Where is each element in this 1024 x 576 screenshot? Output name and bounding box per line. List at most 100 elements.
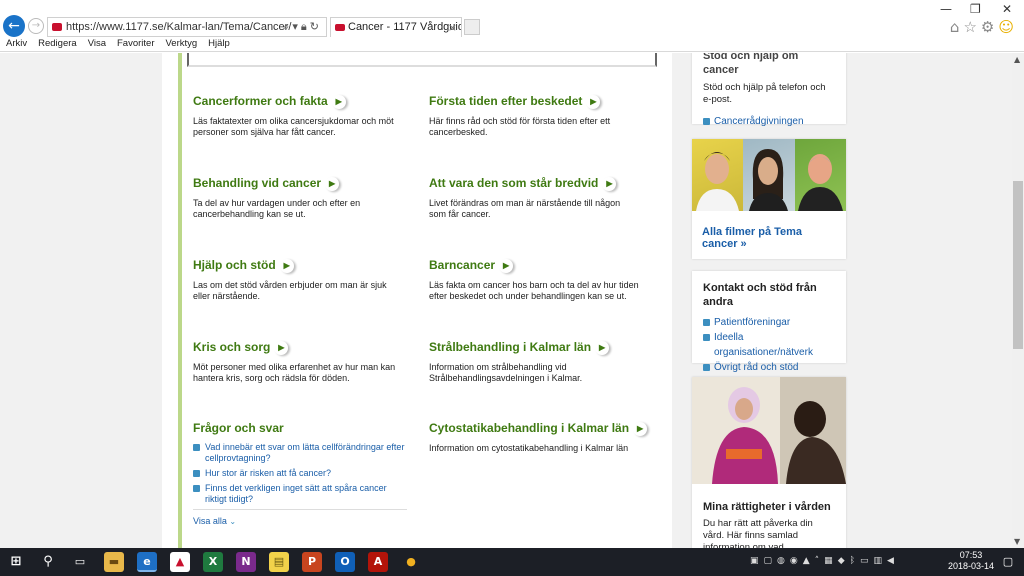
menu-arkiv[interactable]: Arkiv xyxy=(0,38,32,52)
films-photo xyxy=(692,139,846,211)
person-photo xyxy=(794,139,846,211)
tray-app-icon[interactable]: ◉ xyxy=(790,556,803,566)
dropdown-icon[interactable]: ▾ xyxy=(292,20,301,33)
topic-description: Ta del av hur vardagen under och efter e… xyxy=(193,198,361,219)
top-box-edge xyxy=(187,53,657,67)
address-bar[interactable]: https://www.1177.se/Kalmar-lan/Tema/Canc… xyxy=(47,17,327,37)
search-icon[interactable]: ⌕ xyxy=(283,20,292,33)
tab-favicon-icon xyxy=(335,24,345,31)
menu-redigera[interactable]: Redigera xyxy=(32,38,82,52)
volume-icon[interactable]: ◀ xyxy=(887,556,899,566)
topic-description: Information om strålbehandling vid Strål… xyxy=(429,362,583,383)
bullet-square-icon xyxy=(703,319,710,326)
task-view-icon[interactable]: ▭ xyxy=(70,552,90,572)
sticky-notes-icon[interactable]: ▤ xyxy=(269,552,289,572)
tray-app-icon[interactable]: ◍ xyxy=(777,556,790,566)
network-icon[interactable]: ▥ xyxy=(874,556,888,566)
topic-link[interactable]: Hjälp och stöd ▶ xyxy=(193,257,423,273)
menu-verktyg[interactable]: Verktyg xyxy=(159,38,202,52)
tray-app-icon[interactable]: ▦ xyxy=(824,556,838,566)
feedback-smiley-icon[interactable]: ☺ xyxy=(998,18,1018,36)
faq-section: Frågor och svar Vad innebär ett svar om … xyxy=(193,420,407,526)
home-icon[interactable]: ⌂ xyxy=(950,18,964,36)
chevron-right-icon: ▶ xyxy=(280,259,294,273)
topic-link[interactable]: Att vara den som står bredvid ▶ xyxy=(429,175,659,191)
topic-description: Las om det stöd vården erbjuder om man ä… xyxy=(193,280,387,301)
site-favicon-icon xyxy=(52,23,62,31)
topic-link[interactable]: Cytostatikabehandling i Kalmar län ▶ xyxy=(429,420,659,436)
forward-button[interactable]: → xyxy=(28,18,44,34)
arrow-left-icon: ← xyxy=(8,18,20,34)
favorites-star-icon[interactable]: ☆ xyxy=(963,18,980,36)
search-icon[interactable]: ⚲ xyxy=(38,552,58,572)
internet-explorer-icon[interactable]: e xyxy=(137,552,157,572)
minimize-button[interactable]: — xyxy=(940,2,952,16)
topic-description: Läs faktatexter om olika cancersjukdomar… xyxy=(193,116,394,137)
clock-time: 07:53 xyxy=(959,550,983,560)
start-windows-icon[interactable]: ⊞ xyxy=(6,552,26,572)
lock-icon[interactable]: 🔒︎ xyxy=(301,20,310,33)
topic-link[interactable]: Strålbehandling i Kalmar län ▶ xyxy=(429,339,659,355)
faq-question-link[interactable]: Finns det verkligen inget sätt att spåra… xyxy=(193,483,407,505)
tray-vlc-icon[interactable]: ▲ xyxy=(803,556,815,566)
file-explorer-icon[interactable]: ▬ xyxy=(104,552,124,572)
maximize-button[interactable]: ❐ xyxy=(970,2,981,16)
close-window-button[interactable]: ✕ xyxy=(1002,2,1012,16)
new-tab-button[interactable] xyxy=(464,19,480,35)
all-films-link[interactable]: Alla filmer på Tema cancer » xyxy=(692,211,846,250)
faq-question-link[interactable]: Hur stor är risken att få cancer? xyxy=(193,468,407,479)
person-photo xyxy=(692,139,744,211)
cancer-advice-link[interactable]: Cancerrådgivningen xyxy=(703,114,835,129)
films-card[interactable]: Alla filmer på Tema cancer » xyxy=(692,139,846,259)
topic-link[interactable]: Kris och sorg ▶ xyxy=(193,339,423,355)
vertical-scrollbar[interactable]: ▲ ▼ xyxy=(1012,53,1024,548)
tab-cancer[interactable]: Cancer - 1177 Vårdguiden -... × xyxy=(330,17,462,37)
nonprofit-orgs-link[interactable]: Ideella organisationer/nätverk xyxy=(703,330,835,360)
topic-card: Strålbehandling i Kalmar län ▶ Informatio… xyxy=(429,339,659,384)
onenote-icon[interactable]: N xyxy=(236,552,256,572)
tray-outlook-icon[interactable]: ▣ xyxy=(750,556,764,566)
topic-link[interactable]: Första tiden efter beskedet ▶ xyxy=(429,93,659,109)
topic-description: Information om cytostatikabehandling i K… xyxy=(429,443,629,453)
bluetooth-icon[interactable]: ᛒ xyxy=(850,556,860,566)
chevron-right-icon: ▶ xyxy=(325,177,339,191)
scroll-up-icon[interactable]: ▲ xyxy=(1014,55,1020,64)
scroll-down-icon[interactable]: ▼ xyxy=(1014,537,1020,546)
powerpoint-icon[interactable]: P xyxy=(302,552,322,572)
battery-icon[interactable]: ▭ xyxy=(860,556,874,566)
app-red-icon[interactable]: ▲ xyxy=(170,552,190,572)
topic-link[interactable]: Cancerformer och fakta ▶ xyxy=(193,93,423,109)
menu-hjalp[interactable]: Hjälp xyxy=(202,38,235,52)
notifications-icon[interactable]: ▢ xyxy=(998,552,1018,572)
topic-link[interactable]: Barncancer ▶ xyxy=(429,257,659,273)
bullet-square-icon xyxy=(193,444,200,451)
bullet-square-icon xyxy=(703,364,710,371)
clock[interactable]: 07:53 2018-03-14 xyxy=(948,550,994,572)
bullet-square-icon xyxy=(703,334,710,341)
tray-security-icon[interactable]: ◆ xyxy=(838,556,850,566)
chevron-right-icon: ▶ xyxy=(586,95,600,109)
close-tab-icon[interactable]: × xyxy=(448,18,457,37)
menu-favoriter[interactable]: Favoriter xyxy=(111,38,159,52)
refresh-icon[interactable]: ↻ xyxy=(310,20,322,33)
topic-card: Cancerformer och fakta ▶ Läs faktatexter … xyxy=(193,93,423,138)
excel-icon[interactable]: X xyxy=(203,552,223,572)
settings-gear-icon[interactable]: ⚙ xyxy=(981,18,998,36)
topic-card: Att vara den som står bredvid ▶ Livet för… xyxy=(429,175,659,220)
back-button[interactable]: ← xyxy=(3,15,25,37)
rights-card[interactable]: Mina rättigheter i vården Du har rätt at… xyxy=(692,377,846,548)
show-all-link[interactable]: Visa alla ⌄ xyxy=(193,516,407,526)
tray-app-icon[interactable]: ▢ xyxy=(764,556,778,566)
faq-question-link[interactable]: Vad innebär ett svar om lätta cellföränd… xyxy=(193,442,407,464)
outlook-icon[interactable]: O xyxy=(335,552,355,572)
tray-chevron-icon[interactable]: ˄ xyxy=(815,556,825,566)
faq-heading: Frågor och svar xyxy=(193,421,284,435)
page-viewport: Cancerformer och fakta ▶ Läs faktatexter … xyxy=(0,53,1012,548)
menu-visa[interactable]: Visa xyxy=(82,38,111,52)
maps-pin-icon[interactable]: ● xyxy=(401,552,421,572)
scroll-thumb[interactable] xyxy=(1013,181,1023,349)
other-advice-link[interactable]: Övrigt råd och stöd xyxy=(703,360,835,375)
acrobat-icon[interactable]: A xyxy=(368,552,388,572)
patient-associations-link[interactable]: Patientföreningar xyxy=(703,315,835,330)
topic-link[interactable]: Behandling vid cancer ▶ xyxy=(193,175,423,191)
